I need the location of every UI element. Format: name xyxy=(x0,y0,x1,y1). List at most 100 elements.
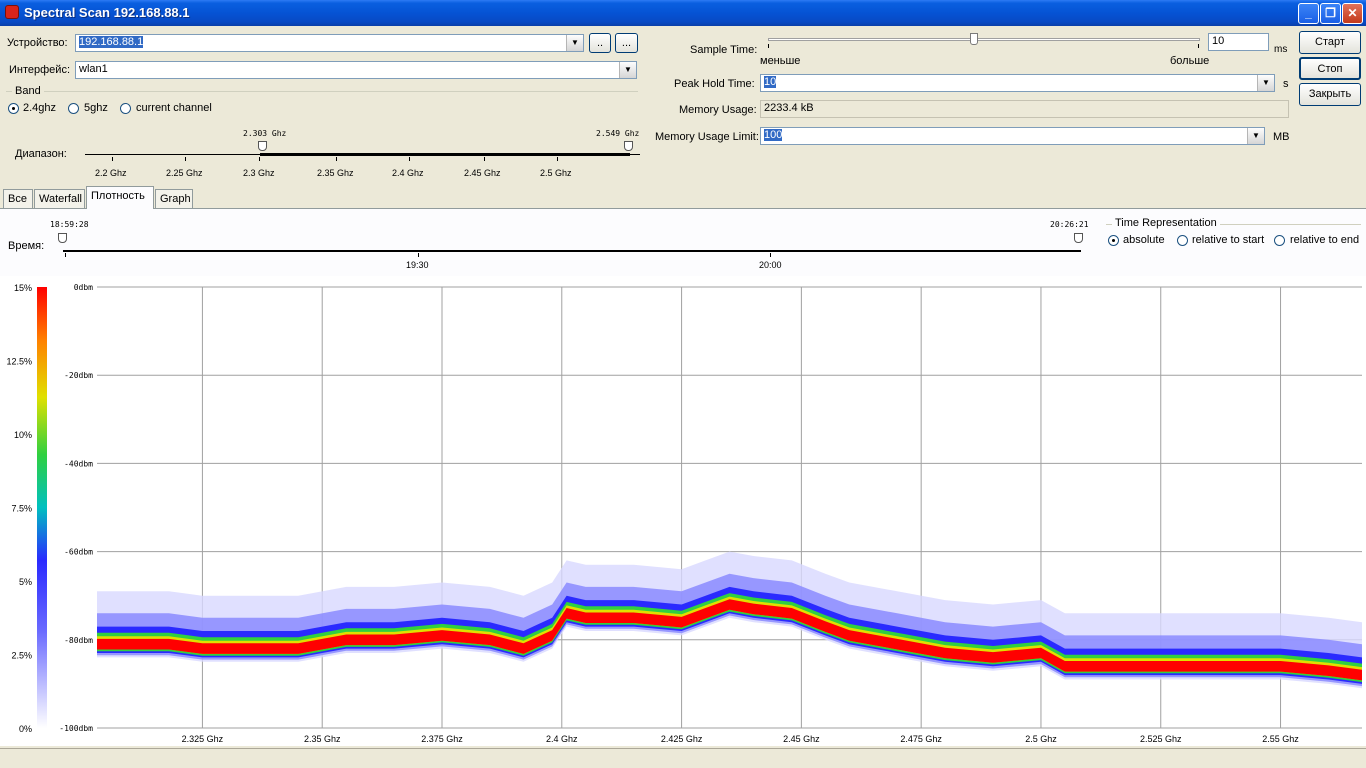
peak-hold-value: 10 xyxy=(764,76,777,88)
band-radio-5g[interactable] xyxy=(68,103,79,114)
y-tick-label: -60dbm xyxy=(64,548,93,557)
time-tick-label: 19:30 xyxy=(406,260,429,270)
slider-tick xyxy=(768,44,769,48)
color-scale-tick-label: 2.5% xyxy=(11,651,32,661)
time-tick xyxy=(65,253,66,257)
range-label: Диапазон: xyxy=(15,148,67,160)
memory-limit-unit: MB xyxy=(1273,131,1290,143)
range-start-value: 2.303 Ghz xyxy=(243,129,287,138)
sample-time-unit: ms xyxy=(1274,44,1288,55)
rep-option-absolute: absolute xyxy=(1123,234,1165,246)
memory-limit-value: 100 xyxy=(764,129,783,141)
device-select[interactable]: 192.168.88.1 ▼ xyxy=(75,34,584,52)
stop-button[interactable]: Стоп xyxy=(1299,57,1361,80)
slider-tick xyxy=(1198,44,1199,48)
time-start-value: 18:59:28 xyxy=(50,220,89,229)
x-tick-label: 2.45 Ghz xyxy=(783,734,820,744)
range-start-handle[interactable] xyxy=(258,141,267,151)
range-tick-label: 2.35 Ghz xyxy=(317,168,354,178)
range-tick xyxy=(112,157,113,161)
color-scale-tick-label: 10% xyxy=(14,430,32,440)
time-end-handle[interactable] xyxy=(1074,233,1083,243)
rep-radio-absolute[interactable] xyxy=(1108,235,1119,246)
window-title-bar: Spectral Scan 192.168.88.1 _ ❐ ✕ xyxy=(0,0,1366,26)
color-scale-bar xyxy=(37,287,47,728)
range-tick xyxy=(484,157,485,161)
restore-icon[interactable]: ❐ xyxy=(1320,3,1341,24)
range-end-handle[interactable] xyxy=(624,141,633,151)
device-dropdown-icon[interactable]: ▼ xyxy=(566,35,583,51)
color-scale-tick-label: 15% xyxy=(14,283,32,293)
range-tick xyxy=(409,157,410,161)
y-tick-label: -80dbm xyxy=(64,636,93,645)
tab-waterfall[interactable]: Waterfall xyxy=(34,189,85,208)
memory-usage-field: 2233.4 kB xyxy=(760,100,1289,118)
color-scale-tick-label: 12.5% xyxy=(6,357,32,367)
range-tick-label: 2.3 Ghz xyxy=(243,168,275,178)
start-button[interactable]: Старт xyxy=(1299,31,1361,54)
time-end-value: 20:26:21 xyxy=(1050,220,1089,229)
interface-dropdown-icon[interactable]: ▼ xyxy=(619,62,636,78)
time-label: Время: xyxy=(8,240,45,252)
band-group xyxy=(6,91,638,92)
x-tick-label: 2.35 Ghz xyxy=(304,734,341,744)
memory-limit-dropdown-icon[interactable]: ▼ xyxy=(1247,128,1264,144)
device-label: Устройство: xyxy=(7,37,68,49)
minimize-icon[interactable]: _ xyxy=(1298,3,1319,24)
x-tick-label: 2.425 Ghz xyxy=(661,734,703,744)
device-value: 192.168.88.1 xyxy=(79,36,144,48)
y-tick-label: -40dbm xyxy=(64,459,93,468)
band-radio-current[interactable] xyxy=(120,103,131,114)
tab-all[interactable]: Все xyxy=(3,189,33,208)
rep-option-relative-start: relative to start xyxy=(1192,234,1265,246)
y-tick-label: -100dbm xyxy=(59,724,93,733)
memory-limit-label: Memory Usage Limit: xyxy=(655,131,759,143)
y-tick-label: -20dbm xyxy=(64,371,93,380)
device-browse-button[interactable]: .. xyxy=(589,33,611,53)
color-scale-tick-label: 5% xyxy=(19,577,32,587)
memory-usage-label: Memory Usage: xyxy=(679,104,757,116)
interface-label: Интерфейс: xyxy=(9,64,70,76)
interface-value: wlan1 xyxy=(79,63,108,75)
interface-select[interactable]: wlan1 ▼ xyxy=(75,61,637,79)
x-tick-label: 2.525 Ghz xyxy=(1140,734,1182,744)
band-option-current: current channel xyxy=(136,102,212,114)
sample-time-value: 10 xyxy=(1212,35,1225,47)
app-icon xyxy=(5,5,19,19)
status-bar xyxy=(0,748,1366,768)
sample-time-slider-handle[interactable] xyxy=(970,33,978,45)
device-more-button[interactable]: ... xyxy=(615,33,638,53)
color-scale-tick-label: 7.5% xyxy=(11,504,32,514)
time-tick xyxy=(418,253,419,257)
time-range-track[interactable] xyxy=(63,250,1081,252)
color-scale-tick-label: 0% xyxy=(19,724,32,734)
peak-hold-unit: s xyxy=(1283,78,1289,90)
peak-hold-dropdown-icon[interactable]: ▼ xyxy=(1257,75,1274,91)
close-icon[interactable]: ✕ xyxy=(1342,3,1363,24)
sample-time-input[interactable]: 10 xyxy=(1208,33,1269,51)
x-tick-label: 2.55 Ghz xyxy=(1262,734,1299,744)
range-tick-label: 2.4 Ghz xyxy=(392,168,424,178)
peak-hold-select[interactable]: 10 ▼ xyxy=(760,74,1275,92)
memory-usage-value: 2233.4 kB xyxy=(764,102,814,114)
rep-radio-relative-end[interactable] xyxy=(1274,235,1285,246)
slider-min-label: меньше xyxy=(760,55,801,67)
sample-time-slider[interactable] xyxy=(768,38,1200,41)
tab-density[interactable]: Плотность xyxy=(86,186,154,209)
range-tick xyxy=(259,157,260,161)
band-radio-2g[interactable] xyxy=(8,103,19,114)
tab-graph[interactable]: Graph xyxy=(155,189,193,208)
time-tick xyxy=(770,253,771,257)
x-tick-label: 2.4 Ghz xyxy=(546,734,578,744)
x-tick-label: 2.375 Ghz xyxy=(421,734,463,744)
rep-radio-relative-start[interactable] xyxy=(1177,235,1188,246)
memory-limit-select[interactable]: 100 ▼ xyxy=(760,127,1265,145)
range-tick-label: 2.45 Ghz xyxy=(464,168,501,178)
x-tick-label: 2.475 Ghz xyxy=(900,734,942,744)
range-track-selected[interactable] xyxy=(260,153,630,156)
close-button[interactable]: Закрыть xyxy=(1299,83,1361,106)
density-chart-svg: 15% 12.5% 10% 7.5% 5% 2.5% 0% 0dbm -20dbm -40dbm -… xyxy=(6,283,1362,744)
range-tick-label: 2.2 Ghz xyxy=(95,168,127,178)
time-representation-label: Time Representation xyxy=(1112,217,1220,229)
time-start-handle[interactable] xyxy=(58,233,67,243)
